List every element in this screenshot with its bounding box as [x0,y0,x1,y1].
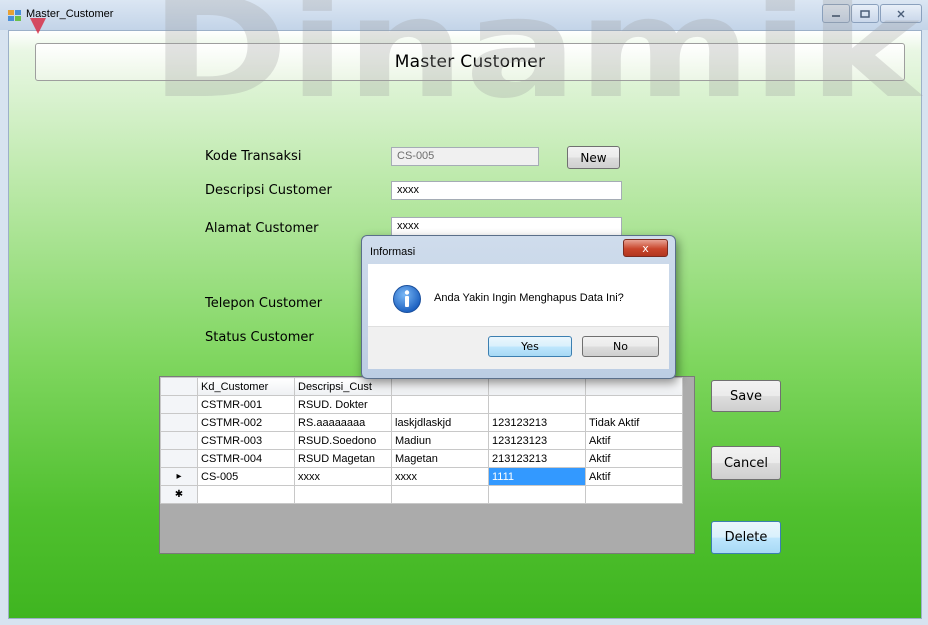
cell-empty[interactable] [197,485,295,504]
cell-status[interactable]: Tidak Aktif [585,413,683,432]
cell-alamat[interactable]: Madiun [391,431,489,450]
maximize-icon [860,9,870,18]
no-button[interactable]: No [582,336,659,357]
cell-deskripsi[interactable]: xxxx [294,467,392,486]
column-header-deskripsi[interactable]: Descripsi_Cust [294,377,392,396]
cell-empty[interactable] [585,485,683,504]
cell-kd-customer[interactable]: CSTMR-003 [197,431,295,450]
cell-kd-customer[interactable]: CSTMR-002 [197,413,295,432]
customer-table: Kd_Customer Descripsi_Cust CSTMR-001 RSU… [160,377,683,504]
status-customer-label: Status Customer [205,330,314,345]
column-header-kd-customer[interactable]: Kd_Customer [197,377,295,396]
cell-deskripsi[interactable]: RS.aaaaaaaa [294,413,392,432]
minimize-icon [832,14,840,17]
table-header-row: Kd_Customer Descripsi_Cust [160,377,683,396]
cell-status[interactable] [585,395,683,414]
cell-deskripsi[interactable]: RSUD. Dokter [294,395,392,414]
delete-button[interactable]: Delete [711,521,781,554]
table-row-current[interactable]: ▸ CS-005 xxxx xxxx 1111 Aktif [160,467,683,486]
dialog-message: Anda Yakin Ingin Menghapus Data Ini? [434,292,624,304]
cell-kd-customer[interactable]: CSTMR-004 [197,449,295,468]
row-header[interactable] [160,395,198,414]
current-row-indicator-icon[interactable]: ▸ [160,467,198,486]
table-row[interactable]: CSTMR-004 RSUD Magetan Magetan 213123213… [160,449,683,468]
dialog-title: Informasi [370,246,416,258]
cell-empty[interactable] [294,485,392,504]
column-header-telepon[interactable] [488,377,586,396]
table-row[interactable]: CSTMR-001 RSUD. Dokter [160,395,683,414]
cell-telepon[interactable]: 123123213 [488,413,586,432]
cell-kd-customer[interactable]: CSTMR-001 [197,395,295,414]
kode-transaksi-label: Kode Transaksi [205,149,302,164]
cell-telepon-selected[interactable]: 1111 [488,467,586,486]
save-button[interactable]: Save [711,380,781,412]
cell-alamat[interactable]: laskjdlaskjd [391,413,489,432]
cell-telepon[interactable]: 123123123 [488,431,586,450]
header-panel: Master Customer [35,43,905,81]
new-row-icon[interactable]: ✱ [160,485,198,504]
window-close-button[interactable] [880,4,922,23]
cell-alamat[interactable] [391,395,489,414]
page-title: Master Customer [394,52,546,72]
window-controls [821,4,922,23]
column-header-status[interactable] [585,377,683,396]
alamat-customer-label: Alamat Customer [205,221,319,236]
cell-kd-customer[interactable]: CS-005 [197,467,295,486]
table-row[interactable]: CSTMR-002 RS.aaaaaaaa laskjdlaskjd 12312… [160,413,683,432]
table-row[interactable]: CSTMR-003 RSUD.Soedono Madiun 123123123 … [160,431,683,450]
customer-data-grid[interactable]: Kd_Customer Descripsi_Cust CSTMR-001 RSU… [159,376,695,554]
cell-deskripsi[interactable]: RSUD Magetan [294,449,392,468]
cell-deskripsi[interactable]: RSUD.Soedono [294,431,392,450]
close-icon [897,10,905,17]
cell-telepon[interactable] [488,395,586,414]
cell-empty[interactable] [391,485,489,504]
row-header[interactable] [160,431,198,450]
window-title: Master_Customer [26,8,114,20]
cell-status[interactable]: Aktif [585,449,683,468]
informasi-dialog[interactable]: Informasi x Anda Yakin Ingin Menghapus D… [361,235,676,379]
row-header[interactable] [160,413,198,432]
deskripsi-customer-field[interactable]: xxxx [391,181,622,200]
dialog-close-button[interactable]: x [623,239,668,257]
deskripsi-customer-label: Descripsi Customer [205,183,332,198]
cell-status[interactable]: Aktif [585,431,683,450]
cell-telepon[interactable]: 213123213 [488,449,586,468]
row-header[interactable] [160,449,198,468]
cell-empty[interactable] [488,485,586,504]
cancel-button[interactable]: Cancel [711,446,781,480]
minimize-button[interactable] [822,4,850,23]
dialog-close-icon: x [642,241,649,255]
telepon-customer-label: Telepon Customer [205,296,323,311]
new-button[interactable]: New [567,146,620,169]
title-bar[interactable]: Master_Customer [0,0,928,30]
kode-transaksi-field[interactable]: CS-005 [391,147,539,166]
yes-button[interactable]: Yes [488,336,572,357]
master-customer-window: Master_Customer Master Customer Kode Tra… [0,0,928,625]
table-new-row[interactable]: ✱ [160,485,683,504]
column-header-alamat[interactable] [391,377,489,396]
information-icon [393,285,421,313]
app-window-icon [8,10,21,21]
maximize-button[interactable] [851,4,879,23]
cell-alamat[interactable]: xxxx [391,467,489,486]
dialog-button-bar: Yes No [368,326,669,369]
cell-status[interactable]: Aktif [585,467,683,486]
row-header-corner [160,377,198,396]
cell-alamat[interactable]: Magetan [391,449,489,468]
dialog-body: Anda Yakin Ingin Menghapus Data Ini? [368,264,669,326]
